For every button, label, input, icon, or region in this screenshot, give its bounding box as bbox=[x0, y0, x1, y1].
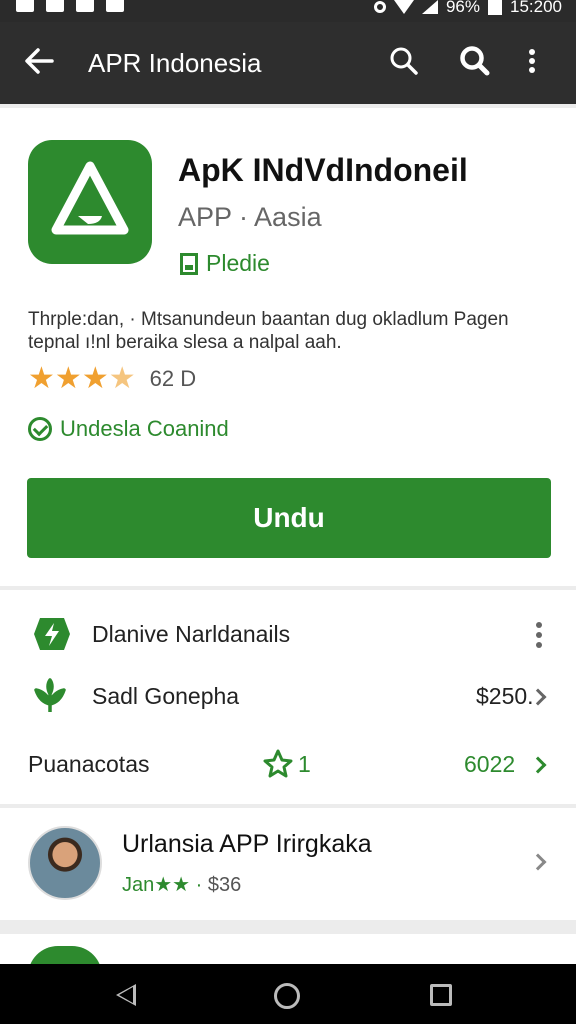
mail-icon bbox=[46, 0, 64, 12]
more-options-icon[interactable] bbox=[536, 622, 542, 652]
row-value: 6022 bbox=[464, 751, 516, 777]
app-badge: Pledie bbox=[180, 250, 270, 277]
plant-icon bbox=[34, 678, 66, 712]
related-app-rating: Jan★★ · bbox=[122, 874, 203, 896]
wifi-icon bbox=[393, 0, 414, 14]
related-app-name: Urlansia APP Irirgkaka bbox=[122, 830, 372, 858]
related-app-card[interactable]: Urlansia APP Irirgkaka Jan★★ · $36 bbox=[0, 808, 576, 920]
app-description: Thrple:dan, · Mtsanundeun baantan dug ok… bbox=[28, 309, 509, 353]
search-icon[interactable] bbox=[388, 44, 420, 78]
next-app-card[interactable] bbox=[0, 934, 576, 976]
app-developer[interactable]: APP · Aasia bbox=[178, 202, 322, 233]
nav-home-icon[interactable] bbox=[274, 983, 300, 1009]
rating: ★ ★ ★ ★ 62 D bbox=[28, 364, 196, 394]
details-header: Dlanive Narldanails bbox=[92, 621, 291, 647]
status-bar: 96% 15:200 bbox=[0, 0, 576, 22]
app-name: ApK INdVdIndoneil bbox=[178, 152, 468, 188]
star-icon: ★ bbox=[28, 362, 55, 395]
rating-count: 62 D bbox=[149, 366, 197, 391]
notification-icons bbox=[16, 0, 124, 12]
row-mid-value: 1 bbox=[298, 751, 311, 777]
search-icon[interactable] bbox=[458, 44, 490, 78]
avatar bbox=[28, 826, 102, 900]
nav-recents-icon[interactable] bbox=[430, 984, 452, 1006]
star-icon: ★ bbox=[81, 362, 109, 395]
row-value: $250. bbox=[476, 683, 534, 709]
lock-icon bbox=[373, 1, 386, 13]
message-icon bbox=[76, 0, 94, 12]
page-title: APR Indonesia bbox=[88, 48, 262, 78]
verified-label: Undesla Coanind bbox=[28, 416, 229, 442]
back-arrow-icon[interactable] bbox=[22, 44, 56, 78]
notification-icon bbox=[16, 0, 34, 12]
status-icons: 96% 15:200 bbox=[373, 0, 562, 17]
navigation-bar bbox=[0, 964, 576, 1024]
star-outline-icon bbox=[263, 749, 293, 778]
chevron-right-icon bbox=[529, 853, 547, 871]
nav-back-icon[interactable] bbox=[116, 984, 136, 1006]
half-star-icon: ★ bbox=[108, 362, 136, 395]
chevron-right-icon bbox=[529, 756, 547, 774]
row-label: Puanacotas bbox=[28, 751, 150, 777]
details-row-price[interactable]: Sadl Gonepha $250. bbox=[0, 666, 576, 726]
verified-text: Undesla Coanind bbox=[60, 416, 229, 441]
check-circle-icon bbox=[28, 417, 52, 441]
app-notification-icon bbox=[106, 0, 124, 12]
battery-icon bbox=[488, 0, 502, 15]
lightning-icon bbox=[34, 618, 70, 650]
app-bar: APR Indonesia bbox=[0, 22, 576, 104]
related-app-price: $36 bbox=[207, 874, 242, 896]
details-row-rating[interactable]: Puanacotas 1 6022 bbox=[0, 734, 576, 794]
details-header-row[interactable]: Dlanive Narldanails bbox=[0, 604, 576, 664]
star-icon: ★ bbox=[54, 362, 82, 395]
related-app-meta: Jan★★ · $36 bbox=[122, 872, 241, 897]
app-detail-card: ApK INdVdIndoneil APP · Aasia Pledie Thr… bbox=[0, 108, 576, 586]
badge-label: Pledie bbox=[206, 250, 270, 276]
app-logo-icon bbox=[28, 140, 152, 264]
more-options-icon[interactable] bbox=[526, 44, 558, 78]
badge-icon bbox=[180, 252, 198, 275]
install-button[interactable]: Undu bbox=[27, 478, 551, 558]
row-label: Sadl Gonepha bbox=[92, 683, 240, 709]
signal-icon bbox=[421, 0, 438, 14]
clock: 15:200 bbox=[510, 0, 562, 16]
details-card: Dlanive Narldanails Sadl Gonepha $250. P… bbox=[0, 590, 576, 804]
battery-percent: 96% bbox=[445, 0, 480, 16]
